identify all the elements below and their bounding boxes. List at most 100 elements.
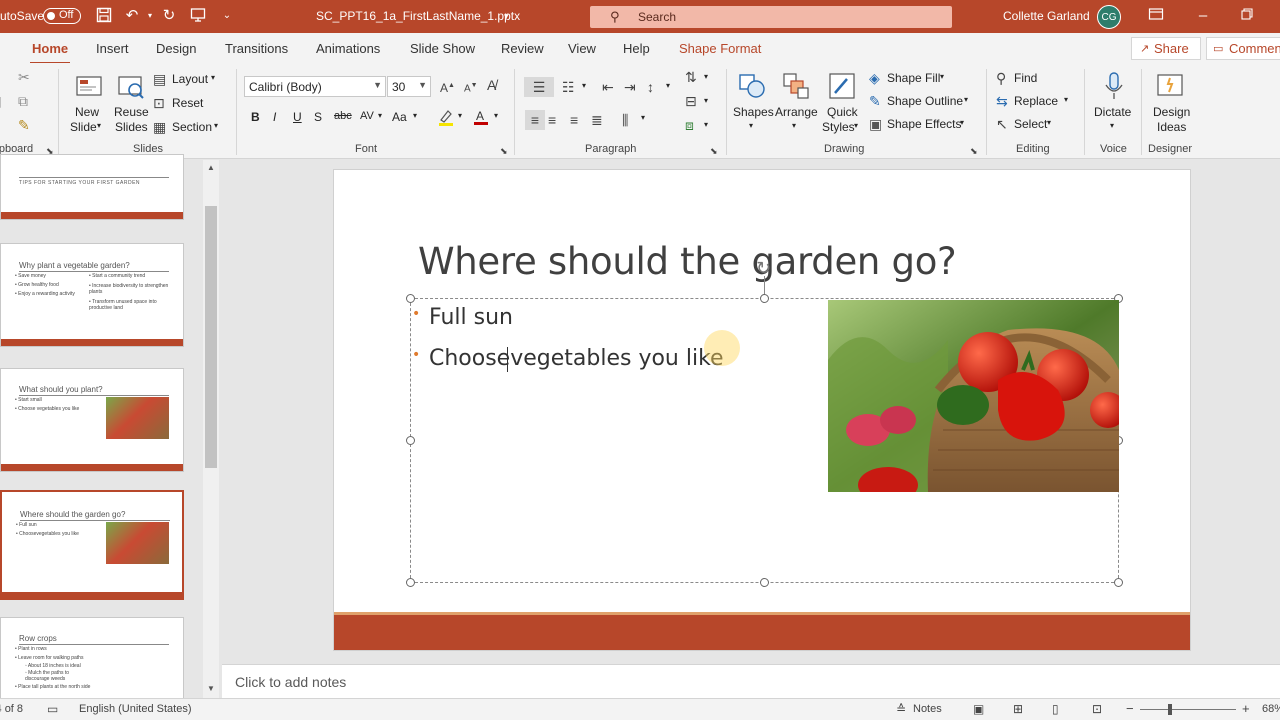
font-color-dropdown-icon[interactable]: ▾ <box>494 111 498 120</box>
replace-dropdown-icon[interactable]: ▾ <box>1064 95 1068 104</box>
zoom-slider[interactable] <box>1140 709 1236 710</box>
redo-icon[interactable]: ↻ <box>160 7 178 25</box>
avatar[interactable]: CG <box>1097 5 1121 29</box>
increase-indent-icon[interactable]: ⇥ <box>624 79 636 95</box>
cut-icon[interactable]: ✂ <box>18 69 30 85</box>
highlight-dropdown-icon[interactable]: ▾ <box>458 111 462 120</box>
quick-styles-dropdown-icon[interactable]: ▾ <box>854 121 858 130</box>
font-family-select[interactable]: Calibri (Body) ▼ <box>244 76 386 97</box>
slideshow-icon[interactable]: ⊡ <box>1092 702 1102 716</box>
dictate-dropdown-icon[interactable]: ▾ <box>1110 121 1114 130</box>
tab-help[interactable]: Help <box>623 41 650 56</box>
zoom-in-icon[interactable]: + <box>1242 701 1250 716</box>
align-text-icon[interactable]: ⊟ <box>685 93 697 109</box>
clear-formatting-icon[interactable]: A̸ <box>487 77 496 93</box>
tab-slide-show[interactable]: Slide Show <box>410 41 475 56</box>
case-dropdown-icon[interactable]: ▾ <box>413 111 417 120</box>
shape-outline-dropdown-icon[interactable]: ▾ <box>964 95 968 104</box>
layout-icon[interactable]: ▤ <box>153 71 166 87</box>
strikethrough-button[interactable]: abc <box>334 110 352 122</box>
filename-dropdown-icon[interactable]: ▾ <box>504 11 509 22</box>
bullet-item[interactable]: • Full sun <box>412 305 513 330</box>
scroll-down-icon[interactable]: ▼ <box>207 684 215 693</box>
line-spacing-dropdown-icon[interactable]: ▾ <box>666 81 670 90</box>
minimize-icon[interactable]: – <box>1194 7 1212 25</box>
comments-button[interactable]: ▭ Comments <box>1206 37 1280 60</box>
autosave-toggle[interactable]: Off <box>43 8 81 24</box>
arrange-dropdown-icon[interactable]: ▾ <box>792 121 796 130</box>
shape-fill-dropdown-icon[interactable]: ▾ <box>940 72 944 81</box>
scroll-up-icon[interactable]: ▲ <box>207 163 215 172</box>
accessibility-icon[interactable]: ▭ <box>47 702 58 716</box>
slide-canvas[interactable]: Where should the garden go? ↻ • Full sun… <box>333 169 1191 651</box>
increase-font-icon[interactable]: A▲ <box>440 78 455 96</box>
shadow-button[interactable]: S <box>314 110 322 124</box>
align-center-icon[interactable]: ≡ <box>548 112 556 128</box>
tab-home[interactable]: Home <box>29 41 71 65</box>
search-box[interactable]: ⚲ Search <box>590 6 952 28</box>
reuse-slides-label-2[interactable]: Slides <box>115 120 148 134</box>
zoom-slider-thumb[interactable] <box>1168 704 1172 715</box>
tab-animations[interactable]: Animations <box>316 41 380 56</box>
smartart-icon[interactable]: ⧈ <box>685 117 694 133</box>
resize-handle[interactable] <box>406 436 415 445</box>
thumbnail-scrollbar[interactable]: ▲ ▼ <box>203 160 219 698</box>
drawing-launcher-icon[interactable]: ⬊ <box>970 143 978 159</box>
decrease-font-icon[interactable]: A▼ <box>464 78 478 97</box>
shape-fill-icon[interactable]: ◈ <box>869 70 880 86</box>
notes-pane[interactable]: Click to add notes <box>222 664 1280 698</box>
resize-handle[interactable] <box>760 294 769 303</box>
normal-view-icon[interactable]: ▣ <box>973 702 984 716</box>
justify-icon[interactable]: ≣ <box>591 112 603 128</box>
format-painter-icon[interactable]: ✎ <box>18 117 30 133</box>
zoom-level[interactable]: 68% <box>1262 703 1280 715</box>
customize-toolbar-icon[interactable]: ⌄ <box>218 7 236 25</box>
slide-thumbnail-5[interactable]: Row crops • Plant in rows • Leave room f… <box>0 617 184 707</box>
columns-icon[interactable]: ⫼ <box>622 112 628 128</box>
font-launcher-icon[interactable]: ⬊ <box>500 143 508 159</box>
slide-title[interactable]: Where should the garden go? <box>418 240 957 283</box>
resize-handle[interactable] <box>1114 578 1123 587</box>
new-slide-dropdown-icon[interactable]: ▾ <box>97 121 101 130</box>
copy-icon[interactable]: ⧉ <box>18 93 28 109</box>
shape-outline-icon[interactable]: ✎ <box>869 93 881 109</box>
paste-icon[interactable]: ▯ <box>0 93 2 109</box>
line-spacing-icon[interactable]: ↕ <box>647 79 654 95</box>
tab-insert[interactable]: Insert <box>96 41 129 56</box>
text-direction-icon[interactable]: ⇅ <box>685 69 697 85</box>
resize-handle[interactable] <box>406 578 415 587</box>
shape-effects-dropdown-icon[interactable]: ▾ <box>960 118 964 127</box>
undo-icon[interactable]: ↶ <box>123 7 141 25</box>
select-label[interactable]: Select <box>1014 117 1047 131</box>
slide-thumbnail-4[interactable]: Where should the garden go? • Full sun •… <box>0 490 184 600</box>
italic-button[interactable]: I <box>273 110 276 124</box>
restore-icon[interactable] <box>1238 7 1256 25</box>
slide-sorter-icon[interactable]: ⊞ <box>1013 702 1023 716</box>
find-icon[interactable]: ⚲ <box>996 70 1006 86</box>
bold-button[interactable]: B <box>251 110 260 124</box>
slide-thumbnail-3[interactable]: What should you plant? • Start small • C… <box>0 368 184 472</box>
align-text-dropdown-icon[interactable]: ▾ <box>704 96 708 105</box>
save-icon[interactable] <box>95 7 113 25</box>
numbering-icon[interactable]: ☷ <box>562 79 575 95</box>
reuse-slides-icon[interactable] <box>116 71 146 101</box>
tab-view[interactable]: View <box>568 41 596 56</box>
select-icon[interactable]: ↖ <box>996 116 1008 132</box>
font-size-select[interactable]: 30 ▼ <box>387 76 431 97</box>
bullet-item[interactable]: • Choosevegetables you like <box>412 346 724 371</box>
align-right-icon[interactable]: ≡ <box>570 112 578 128</box>
microphone-icon[interactable] <box>1099 71 1129 101</box>
arrange-label[interactable]: Arrange <box>775 105 818 119</box>
paragraph-launcher-icon[interactable]: ⬊ <box>710 143 718 159</box>
new-slide-label-2[interactable]: Slide <box>70 120 97 134</box>
smartart-dropdown-icon[interactable]: ▾ <box>704 120 708 129</box>
slide-thumbnail-2[interactable]: Why plant a vegetable garden? • Save mon… <box>0 243 184 347</box>
bullets-icon[interactable]: ☰ <box>524 77 554 97</box>
find-label[interactable]: Find <box>1014 71 1037 85</box>
underline-button[interactable]: U <box>293 110 302 124</box>
dictate-label[interactable]: Dictate <box>1094 105 1131 119</box>
quick-styles-label-2[interactable]: Styles <box>822 120 855 134</box>
slide-thumbnail-1[interactable]: Tips for starting your first garden <box>0 154 184 220</box>
new-slide-label[interactable]: New <box>75 105 99 119</box>
shape-fill-label[interactable]: Shape Fill <box>887 71 940 85</box>
